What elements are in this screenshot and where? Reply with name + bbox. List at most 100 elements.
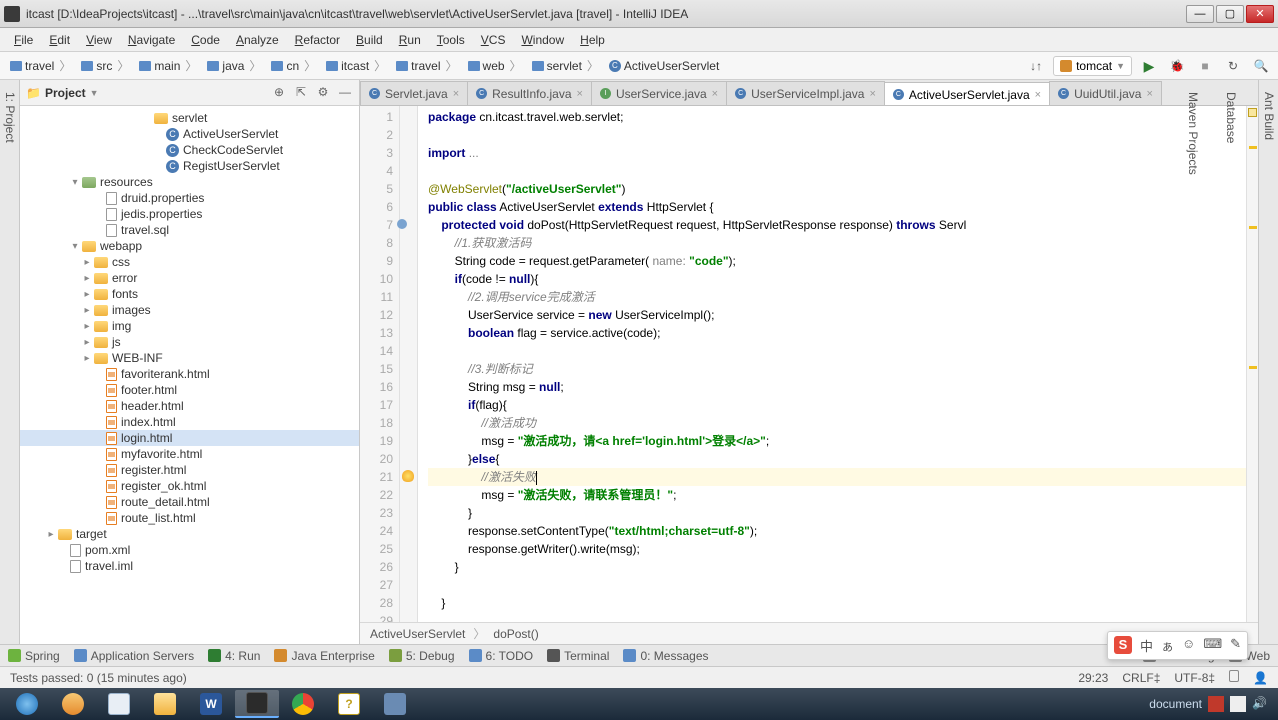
code-line[interactable]: msg = "激活成功，请<a href='login.html'>登录</a>… (428, 432, 1246, 450)
tree-item[interactable]: ▸error (20, 270, 359, 286)
menu-run[interactable]: Run (391, 30, 429, 50)
warning-marker[interactable] (1249, 146, 1257, 149)
tab-close-icon[interactable]: × (577, 88, 583, 100)
system-tray[interactable]: document 🔊 (1149, 696, 1274, 712)
ime-kana-icon[interactable]: ぁ (1161, 636, 1174, 655)
code-line[interactable]: msg = "激活失败，请联系管理员！"; (428, 486, 1246, 504)
error-stripe[interactable] (1246, 106, 1258, 622)
tree-item[interactable]: ▸images (20, 302, 359, 318)
warning-marker[interactable] (1249, 366, 1257, 369)
sogou-logo-icon[interactable]: S (1114, 636, 1132, 654)
caret-position[interactable]: 29:23 (1078, 671, 1108, 685)
tree-item[interactable]: druid.properties (20, 190, 359, 206)
ime-lang-toggle[interactable]: 中 (1140, 636, 1153, 655)
hide-icon[interactable]: — (337, 85, 353, 101)
tab-close-icon[interactable]: × (1035, 89, 1041, 101)
toolwin-button[interactable]: Application Servers (74, 649, 194, 663)
editor-crumb-item[interactable]: ActiveUserServlet (370, 627, 465, 641)
start-button[interactable] (5, 690, 49, 718)
tab-close-icon[interactable]: × (869, 88, 875, 100)
tray-flag-icon[interactable] (1208, 696, 1224, 712)
target-icon[interactable]: ⊕ (271, 85, 287, 101)
maximize-button[interactable]: ▢ (1216, 5, 1244, 23)
taskbar-explorer[interactable] (143, 690, 187, 718)
breadcrumb-item[interactable]: travel〉 (392, 55, 461, 76)
tray-sound-icon[interactable]: 🔊 (1252, 696, 1268, 712)
taskbar-intellij[interactable] (235, 690, 279, 718)
code-line[interactable]: if(flag){ (428, 396, 1246, 414)
sidebar-tab[interactable]: Ant Build (1260, 88, 1278, 644)
tree-item[interactable]: ▸target (20, 526, 359, 542)
minimize-button[interactable]: — (1186, 5, 1214, 23)
menu-view[interactable]: View (78, 30, 120, 50)
code-line[interactable] (428, 342, 1246, 360)
warning-marker[interactable] (1249, 226, 1257, 229)
tree-item[interactable]: login.html (20, 430, 359, 446)
menu-analyze[interactable]: Analyze (228, 30, 287, 50)
taskbar-chrome[interactable] (281, 690, 325, 718)
tree-item[interactable]: ▸fonts (20, 286, 359, 302)
tab-close-icon[interactable]: × (712, 88, 718, 100)
code-line[interactable]: response.getWriter().write(msg); (428, 540, 1246, 558)
menu-navigate[interactable]: Navigate (120, 30, 183, 50)
menu-edit[interactable]: Edit (41, 30, 78, 50)
menu-code[interactable]: Code (183, 30, 228, 50)
intention-bulb-icon[interactable] (402, 470, 414, 482)
code-line[interactable]: } (428, 504, 1246, 522)
code-line[interactable]: } (428, 594, 1246, 612)
code-line[interactable]: //2.调用service完成激活 (428, 288, 1246, 306)
tree-item[interactable]: servlet (20, 110, 359, 126)
stop-button[interactable]: ■ (1194, 55, 1216, 77)
code-line[interactable]: //1.获取激活码 (428, 234, 1246, 252)
breadcrumb-item[interactable]: CActiveUserServlet (605, 57, 723, 75)
tree-item[interactable]: route_detail.html (20, 494, 359, 510)
tree-item[interactable]: header.html (20, 398, 359, 414)
taskbar-app2[interactable] (373, 690, 417, 718)
taskbar-help[interactable]: ? (327, 690, 371, 718)
project-tree[interactable]: servletCActiveUserServletCCheckCodeServl… (20, 106, 359, 644)
tree-item[interactable]: ▸css (20, 254, 359, 270)
breadcrumb-item[interactable]: itcast〉 (322, 55, 390, 76)
code-line[interactable]: //3.判断标记 (428, 360, 1246, 378)
tree-item[interactable]: route_list.html (20, 510, 359, 526)
menu-window[interactable]: Window (513, 30, 572, 50)
tree-item[interactable]: ▸WEB-INF (20, 350, 359, 366)
tree-item[interactable]: register_ok.html (20, 478, 359, 494)
tab-close-icon[interactable]: × (1146, 88, 1152, 100)
toolwin-button[interactable]: 0: Messages (623, 649, 708, 663)
tray-network-icon[interactable] (1230, 696, 1246, 712)
breadcrumb-item[interactable]: cn〉 (267, 55, 320, 76)
breadcrumb-item[interactable]: web〉 (464, 55, 526, 76)
code-line[interactable]: package cn.itcast.travel.web.servlet; (428, 108, 1246, 126)
readonly-toggle[interactable] (1229, 670, 1239, 685)
code-line[interactable]: boolean flag = service.active(code); (428, 324, 1246, 342)
ime-toolbar[interactable]: S 中 ぁ ☺ ⌨ ✎ (1107, 631, 1248, 660)
menu-file[interactable]: File (6, 30, 41, 50)
run-config-selector[interactable]: tomcat ▼ (1053, 56, 1132, 76)
code-line[interactable]: //激活失败 (428, 468, 1246, 486)
tree-item[interactable]: ▸js (20, 334, 359, 350)
tab-close-icon[interactable]: × (453, 88, 459, 100)
tree-item[interactable]: register.html (20, 462, 359, 478)
run-button[interactable]: ▶ (1138, 55, 1160, 77)
hector-icon[interactable]: 👤 (1253, 671, 1268, 685)
code-line[interactable] (428, 126, 1246, 144)
taskbar-notepad[interactable] (97, 690, 141, 718)
editor-tab[interactable]: CActiveUserServlet.java× (884, 82, 1050, 106)
ime-keyboard-icon[interactable]: ⌨ (1203, 636, 1222, 655)
update-button[interactable]: ↻ (1222, 55, 1244, 77)
tree-item[interactable]: footer.html (20, 382, 359, 398)
tree-item[interactable]: ▾resources (20, 174, 359, 190)
project-label[interactable]: 📁Project ▼ (26, 86, 265, 100)
toolwin-button[interactable]: 4: Run (208, 649, 260, 663)
tree-item[interactable]: CRegistUserServlet (20, 158, 359, 174)
menu-tools[interactable]: Tools (429, 30, 473, 50)
code-line[interactable]: String code = request.getParameter( name… (428, 252, 1246, 270)
collapse-icon[interactable]: ⇱ (293, 85, 309, 101)
tree-item[interactable]: pom.xml (20, 542, 359, 558)
tree-item[interactable]: index.html (20, 414, 359, 430)
toolwin-button[interactable]: Terminal (547, 649, 609, 663)
tree-item[interactable]: myfavorite.html (20, 446, 359, 462)
toolwin-button[interactable]: Java Enterprise (274, 649, 374, 663)
tree-item[interactable]: jedis.properties (20, 206, 359, 222)
